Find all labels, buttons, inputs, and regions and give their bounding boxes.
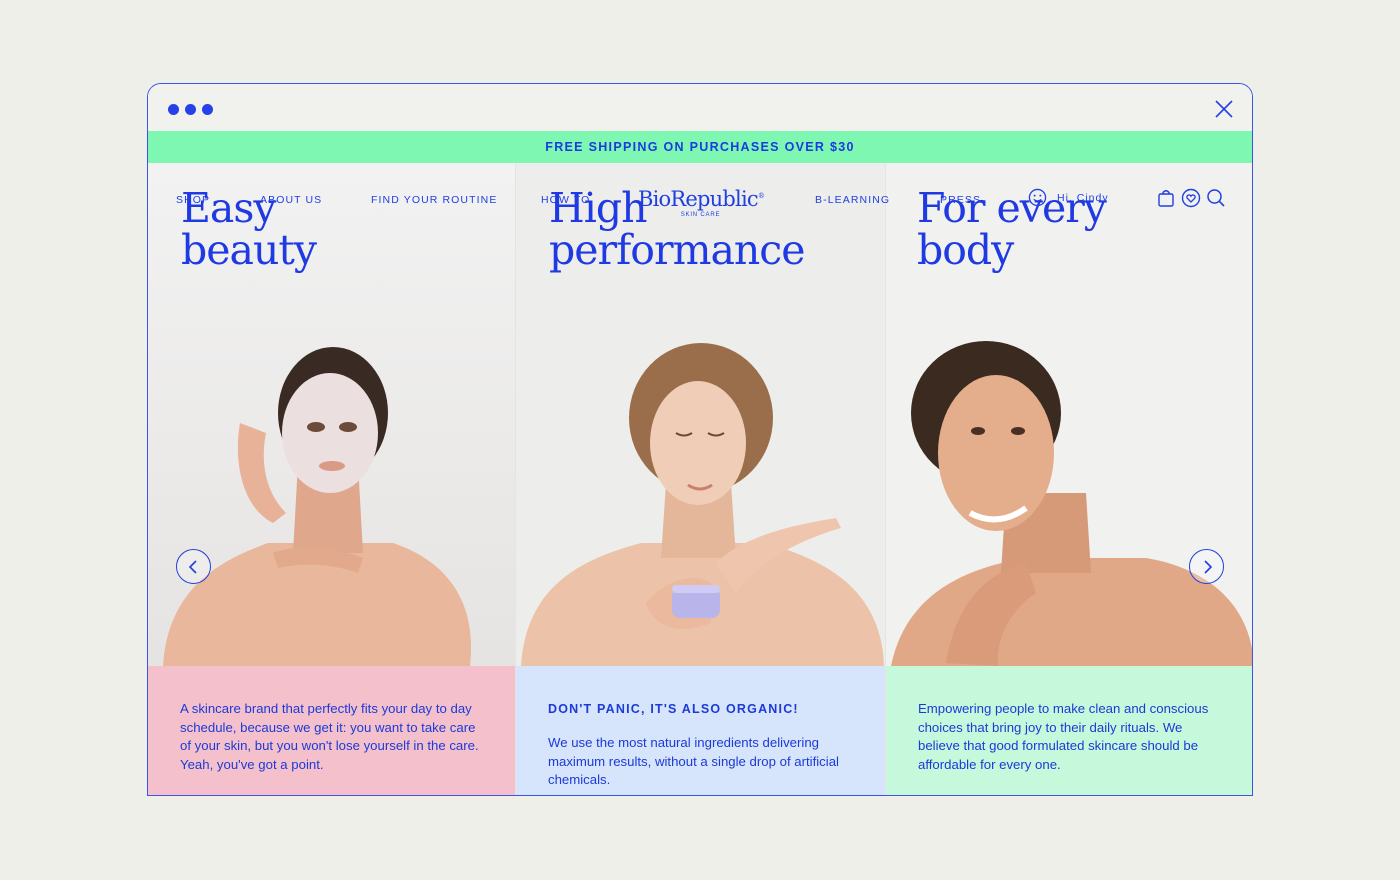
logo-registered-mark: ® [757,192,765,200]
user-account-menu[interactable]: Hi, Cindy [1028,188,1109,207]
user-greeting: Hi, Cindy [1057,191,1109,204]
caption-heading: DON'T PANIC, IT'S ALSO ORGANIC! [548,702,799,716]
brand-logo[interactable]: BioRepublic® SKIN CARE [638,185,765,218]
panel-caption: A skincare brand that perfectly fits you… [148,666,515,795]
hero-panel-for-every-body: For every body Empowering people to make… [885,163,1252,795]
carousel-next-button[interactable] [1189,549,1224,584]
caption-text: A skincare brand that perfectly fits you… [180,701,479,772]
shipping-banner: FREE SHIPPING ON PURCHASES OVER $30 [148,131,1252,163]
window-dot [168,104,179,115]
hero-panel-easy-beauty: Easy beauty A skincare brand that perfec… [148,163,515,795]
shipping-banner-text: FREE SHIPPING ON PURCHASES OVER $30 [545,140,855,154]
hero-panel-high-performance: High performance DON'T PANIC, IT'S ALSO … [515,163,886,795]
nav-about-us[interactable]: ABOUT US [260,194,322,206]
main-navigation: SHOP ABOUT US FIND YOUR ROUTINE HOW TO B… [148,163,1252,237]
window-dot [185,104,196,115]
nav-find-your-routine[interactable]: FIND YOUR ROUTINE [371,194,497,206]
chevron-left-icon [188,559,197,574]
nav-press[interactable]: PRESS [940,194,981,206]
nav-b-learning[interactable]: B-LEARNING [815,194,890,206]
close-icon[interactable] [1214,99,1234,119]
search-icon[interactable] [1206,188,1226,208]
window-dots-icon[interactable] [168,104,213,115]
window-dot [202,104,213,115]
logo-tagline: SKIN CARE [680,212,721,218]
hero-carousel: Easy beauty A skincare brand that perfec… [148,163,1252,795]
heart-icon[interactable] [1181,188,1201,208]
panel-caption: DON'T PANIC, IT'S ALSO ORGANIC! We use t… [516,666,886,795]
nav-how-to[interactable]: HOW TO [541,194,590,206]
caption-text: Empowering people to make clean and cons… [918,701,1209,772]
carousel-prev-button[interactable] [176,549,211,584]
nav-shop[interactable]: SHOP [176,194,210,206]
logo-name: BioRepublic [638,187,759,211]
smiley-icon [1028,188,1047,207]
chevron-right-icon [1203,559,1212,574]
logo-wordmark: BioRepublic® [638,185,765,211]
panel-caption: Empowering people to make clean and cons… [886,666,1252,795]
browser-window: FREE SHIPPING ON PURCHASES OVER $30 Easy… [147,83,1253,796]
caption-text: We use the most natural ingredients deli… [548,735,839,787]
title-bar [148,84,1252,131]
shopping-bag-icon[interactable] [1156,188,1176,208]
